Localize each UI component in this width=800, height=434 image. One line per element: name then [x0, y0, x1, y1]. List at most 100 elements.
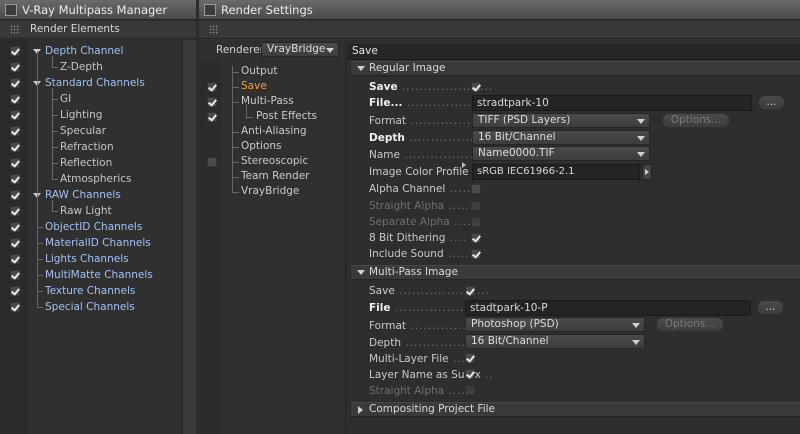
- tree-connector: [232, 192, 239, 193]
- regular-format-dropdown[interactable]: TIFF (PSD Layers): [472, 113, 650, 128]
- nav-item-output[interactable]: Output: [241, 65, 277, 77]
- renderer-dropdown[interactable]: VrayBridge: [261, 42, 339, 57]
- mp-file-input[interactable]: stadtpark-10-P: [465, 300, 751, 316]
- regular-save-checkbox[interactable]: [471, 82, 481, 92]
- mp-browse-button[interactable]: ...: [757, 300, 784, 315]
- mp-straight-alpha-checkbox[interactable]: [465, 385, 475, 395]
- include-sound-label: Include Sound .......: [369, 248, 479, 260]
- channel-label[interactable]: Lighting: [60, 109, 102, 121]
- element-checkbox[interactable]: [10, 62, 20, 72]
- window-menu-icon[interactable]: [204, 4, 216, 16]
- color-profile-field[interactable]: sRGB IEC61966-2.1: [472, 164, 640, 180]
- mp-depth-dropdown[interactable]: 16 Bit/Channel: [465, 334, 645, 349]
- channel-label[interactable]: Atmospherics: [60, 173, 132, 185]
- regular-name-dropdown[interactable]: Name0000.TIF: [472, 146, 650, 161]
- channel-group-label[interactable]: Special Channels: [45, 301, 135, 313]
- window-menu-icon[interactable]: [5, 4, 17, 16]
- dithering-checkbox[interactable]: [471, 233, 481, 243]
- nav-item-team-render[interactable]: Team Render: [241, 170, 309, 182]
- element-checkbox[interactable]: [10, 158, 20, 168]
- element-checkbox[interactable]: [10, 286, 20, 296]
- straight-alpha-checkbox[interactable]: [471, 201, 481, 211]
- alpha-channel-checkbox[interactable]: [471, 184, 481, 194]
- nav-item-stereoscopic[interactable]: Stereoscopic: [241, 155, 308, 167]
- mp-save-checkbox[interactable]: [465, 286, 475, 296]
- tree-connector: [232, 87, 239, 88]
- channel-group-label[interactable]: Depth Channel: [45, 45, 123, 57]
- mp-format-dropdown[interactable]: Photoshop (PSD): [465, 317, 645, 332]
- chevron-right-icon: [645, 169, 649, 175]
- regular-options-button[interactable]: Options...: [662, 113, 730, 128]
- regular-depth-dropdown[interactable]: 16 Bit/Channel: [472, 130, 650, 145]
- layer-name-suffix-checkbox[interactable]: [465, 369, 475, 379]
- nav-checkbox[interactable]: [207, 82, 217, 92]
- nav-checkbox[interactable]: [207, 97, 217, 107]
- profile-menu-button[interactable]: [642, 164, 652, 180]
- tree-connector: [52, 88, 53, 179]
- regular-image-section-header[interactable]: Regular Image: [351, 61, 800, 76]
- mp-format-value: Photoshop (PSD): [471, 318, 559, 330]
- element-checkbox[interactable]: [10, 254, 20, 264]
- mp-options-button[interactable]: Options...: [656, 317, 724, 332]
- include-sound-checkbox[interactable]: [471, 249, 481, 259]
- element-checkbox[interactable]: [10, 222, 20, 232]
- grip-icon[interactable]: [10, 25, 20, 35]
- render-settings-window: Render Settings Renderer VrayBridge Outp…: [199, 0, 800, 434]
- tree-connector: [232, 132, 239, 133]
- element-checkbox[interactable]: [10, 270, 20, 280]
- channel-label[interactable]: GI: [60, 93, 71, 105]
- settings-nav-panel: Renderer VrayBridge Output Save Multi-Pass…: [199, 40, 346, 434]
- multilayer-checkbox[interactable]: [465, 353, 475, 363]
- nav-item-vraybridge[interactable]: VrayBridge: [241, 185, 299, 197]
- depth-value: 16 Bit/Channel: [478, 131, 556, 143]
- regular-browse-button[interactable]: ...: [758, 95, 785, 110]
- label-leader-dots: .................: [402, 97, 481, 109]
- nav-checkbox[interactable]: [207, 112, 217, 122]
- tree-connector: [232, 177, 239, 178]
- element-checkbox[interactable]: [10, 206, 20, 216]
- channel-group-label[interactable]: MultiMatte Channels: [45, 269, 153, 281]
- nav-item-anti-aliasing[interactable]: Anti-Aliasing: [241, 125, 307, 137]
- channel-group-label[interactable]: Texture Channels: [45, 285, 135, 297]
- nav-item-multi-pass[interactable]: Multi-Pass: [241, 95, 294, 107]
- element-checkbox[interactable]: [10, 238, 20, 248]
- multipass-image-section-header[interactable]: Multi-Pass Image: [351, 265, 800, 280]
- tree-connector: [232, 162, 239, 163]
- compositing-section-header[interactable]: Compositing Project File: [351, 402, 800, 417]
- nav-checkbox[interactable]: [207, 157, 217, 167]
- nav-item-save[interactable]: Save: [241, 80, 267, 92]
- element-checkbox[interactable]: [10, 142, 20, 152]
- element-checkbox[interactable]: [10, 126, 20, 136]
- channel-group-label[interactable]: RAW Channels: [45, 189, 121, 201]
- channel-label[interactable]: Refraction: [60, 141, 114, 153]
- element-checkbox[interactable]: [10, 110, 20, 120]
- render-settings-titlebar[interactable]: Render Settings: [199, 0, 800, 20]
- multilayer-label: Multi-Layer File ...: [369, 353, 466, 365]
- element-checkbox[interactable]: [10, 94, 20, 104]
- channel-label[interactable]: Raw Light: [60, 205, 112, 217]
- nav-item-post-effects[interactable]: Post Effects: [256, 110, 317, 122]
- channel-label[interactable]: Reflection: [60, 157, 112, 169]
- element-checkbox[interactable]: [10, 190, 20, 200]
- channel-group-label[interactable]: ObjectID Channels: [45, 221, 142, 233]
- regular-file-input[interactable]: stradtpark-10: [472, 95, 752, 111]
- channel-group-label[interactable]: Lights Channels: [45, 253, 129, 265]
- element-checkbox[interactable]: [10, 46, 20, 56]
- channel-label[interactable]: Specular: [60, 125, 106, 137]
- chevron-down-icon: [632, 340, 640, 345]
- format-label: Format ..................: [369, 115, 489, 127]
- grip-icon[interactable]: [209, 25, 219, 35]
- tree-connector: [232, 147, 239, 148]
- channel-label[interactable]: Z-Depth: [60, 61, 103, 73]
- nav-item-options[interactable]: Options: [241, 140, 282, 152]
- panel-title-bar: Save: [347, 44, 800, 60]
- channel-group-label[interactable]: Standard Channels: [45, 77, 145, 89]
- element-checkbox[interactable]: [10, 302, 20, 312]
- left-scrollbar[interactable]: [182, 40, 196, 434]
- element-checkbox[interactable]: [10, 78, 20, 88]
- multipass-manager-window: V-Ray Multipass Manager Render Elements …: [0, 0, 196, 434]
- multipass-manager-titlebar[interactable]: V-Ray Multipass Manager: [0, 0, 196, 20]
- separate-alpha-checkbox[interactable]: [471, 217, 481, 227]
- channel-group-label[interactable]: MaterialID Channels: [45, 237, 151, 249]
- element-checkbox[interactable]: [10, 174, 20, 184]
